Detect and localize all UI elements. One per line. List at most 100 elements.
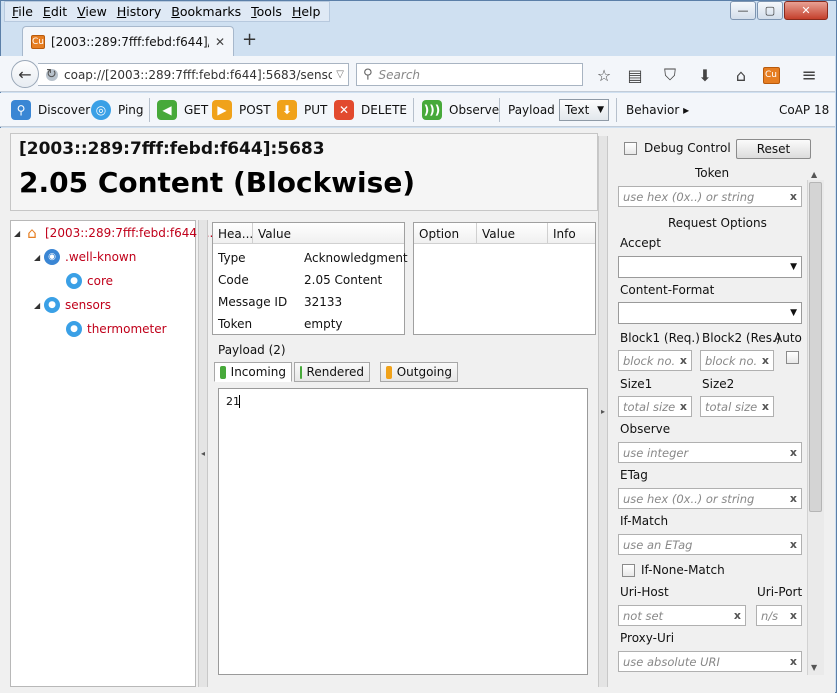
reading-list-icon[interactable]: ▤ [624,64,646,86]
content-format-select[interactable]: ▼ [618,302,802,324]
ping-button[interactable]: ◎ Ping [91,98,144,122]
clear-icon[interactable]: x [762,354,769,367]
tab-incoming[interactable]: Incoming [214,362,292,382]
close-window-button[interactable]: ✕ [784,1,828,20]
if-none-match-checkbox[interactable] [622,564,635,577]
observe-button[interactable]: ))) Observe [422,98,499,122]
column-header[interactable]: Option [414,223,477,244]
size1-label: Size1 [620,377,653,391]
clear-icon[interactable]: x [790,538,797,551]
etag-label: ETag [620,468,648,482]
maximize-icon: ▢ [764,4,776,17]
block2-input[interactable]: block no. x [700,350,774,371]
minimize-button[interactable]: — [730,1,756,20]
menu-help[interactable]: Help [292,4,321,19]
dropdown-arrow-icon[interactable]: ▽ [336,69,344,80]
search-input[interactable]: ⚲ Search [356,63,583,86]
tab-outgoing[interactable]: Outgoing [380,362,458,382]
splitter-grip-icon: ◂ [200,449,205,458]
accept-select[interactable]: ▼ [618,256,802,278]
collapse-icon[interactable]: ◢ [34,301,44,310]
observe-input[interactable]: use integer x [618,442,802,463]
etag-input[interactable]: use hex (0x..) or string x [618,488,802,509]
if-none-match-label: If-None-Match [641,563,725,577]
get-button[interactable]: ◀ GET [157,98,208,122]
scroll-down-icon[interactable]: ▼ [811,663,817,672]
column-header[interactable]: Hea... [213,223,253,244]
clear-icon[interactable]: x [762,400,769,413]
browser-tab[interactable]: Cu [2003::289:7fff:febd:f644]/s... ✕ [22,26,234,56]
home-icon[interactable]: ⌂ [730,64,752,86]
menu-view[interactable]: View [77,4,107,19]
reload-icon[interactable]: ↻ [46,67,57,82]
delete-button[interactable]: ✕ DELETE [334,98,407,122]
right-splitter[interactable]: ▸ [598,136,608,687]
tree-node-sensors[interactable]: ◢ ● sensors [34,297,111,313]
left-splitter[interactable]: ◂ [198,220,208,687]
tab-close-icon[interactable]: ✕ [215,35,225,49]
menu-file[interactable]: File [12,4,33,19]
back-button[interactable]: ← [11,60,39,88]
block1-label: Block1 (Req.) [620,331,700,345]
post-button[interactable]: ▶ POST [212,98,271,122]
header-name: Message ID [218,295,288,309]
splitter-grip-icon: ▸ [600,407,605,416]
copper-favicon-icon: Cu [31,34,45,49]
collapse-icon[interactable]: ◢ [14,229,24,238]
size1-input[interactable]: total size x [618,396,692,417]
download-icon[interactable]: ⬇ [694,64,716,86]
clear-icon[interactable]: x [790,492,797,505]
scroll-up-icon[interactable]: ▲ [811,170,817,179]
collapse-icon[interactable]: ◢ [34,253,44,262]
url-bar[interactable]: coap://[2003::289:7fff:febd:f644]:5683/s… [38,63,349,86]
reset-button[interactable]: Reset [736,139,811,159]
token-input[interactable]: use hex (0x..) or string x [618,186,802,207]
menu-tools[interactable]: Tools [251,4,282,19]
tree-node-root[interactable]: ◢ ⌂ [2003::289:7fff:febd:f644]:... [14,224,217,242]
menu-bookmarks[interactable]: Bookmarks [171,4,241,19]
clear-icon[interactable]: x [790,190,797,203]
menu-history[interactable]: History [117,4,161,19]
tab-rendered[interactable]: Rendered [294,362,370,382]
clear-icon[interactable]: x [790,609,797,622]
auto-checkbox[interactable] [786,351,799,364]
clear-icon[interactable]: x [680,400,687,413]
payload-format-select[interactable]: Text ▼ [559,99,609,121]
column-header[interactable]: Value [477,223,548,244]
headers-table: Hea... Value Type Acknowledgment Code 2.… [212,222,408,335]
header-name: Code [218,273,249,287]
tree-node-core[interactable]: ● core [56,273,113,289]
clear-icon[interactable]: x [680,354,687,367]
ping-label: Ping [118,103,144,117]
text-caret [239,395,240,408]
block1-input[interactable]: block no. x [618,350,692,371]
copper-icon[interactable]: Cu [760,64,782,86]
proxy-uri-input[interactable]: use absolute URI x [618,651,802,672]
clear-icon[interactable]: x [790,655,797,668]
clear-icon[interactable]: x [790,446,797,459]
tree-node-thermometer[interactable]: ● thermometer [56,321,167,337]
menu-edit[interactable]: Edit [43,4,67,19]
column-header[interactable]: Info [548,223,595,244]
behavior-menu[interactable]: Behavior ▸ [626,98,689,122]
pocket-icon[interactable]: ⛉ [659,64,681,86]
debug-control-checkbox[interactable] [624,142,637,155]
scrollbar-thumb[interactable] [809,182,822,512]
size2-input[interactable]: total size x [700,396,774,417]
put-arrow-icon: ⬇ [277,100,297,120]
clear-icon[interactable]: x [734,609,741,622]
uri-host-input[interactable]: not set x [618,605,746,626]
payload-textarea[interactable] [218,388,588,675]
new-tab-button[interactable]: + [242,29,257,50]
maximize-button[interactable]: ▢ [757,1,783,20]
uri-host-label: Uri-Host [620,585,669,599]
tree-node-well-known[interactable]: ◢ ◉ .well-known [34,249,136,265]
menu-icon[interactable]: ≡ [798,64,820,86]
column-header[interactable]: Value [253,223,404,244]
if-match-input[interactable]: use an ETag x [618,534,802,555]
put-button[interactable]: ⬇ PUT [277,98,327,122]
header-value: 2.05 Content [304,273,383,287]
discover-button[interactable]: ⚲ Discover [11,98,90,122]
uri-port-input[interactable]: n/s x [756,605,802,626]
star-icon[interactable]: ☆ [593,64,615,86]
